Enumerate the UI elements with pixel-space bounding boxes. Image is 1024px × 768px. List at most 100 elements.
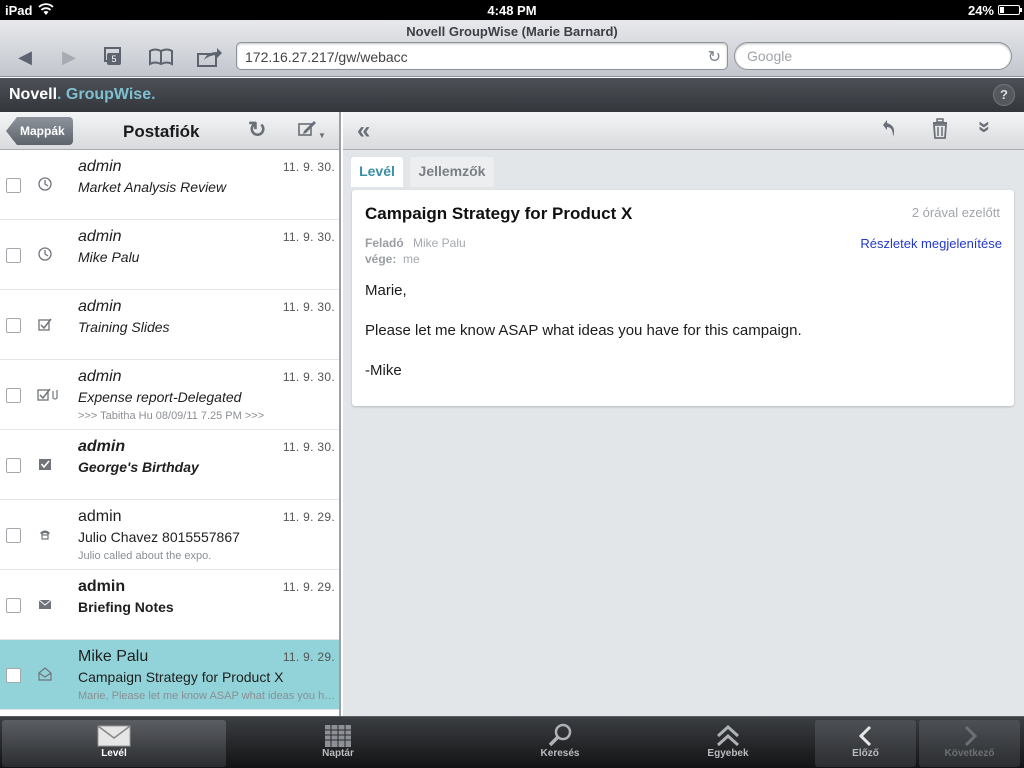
tab-label: Egyebek (707, 748, 749, 759)
message-subject: Briefing Notes (78, 599, 174, 615)
message-preview: Julio called about the expo. (78, 550, 212, 562)
calendar-icon (290, 720, 386, 748)
row-checkbox[interactable] (6, 528, 21, 543)
task-checkbox-icon (37, 317, 53, 333)
tab-message[interactable]: Levél (351, 157, 403, 187)
list-item[interactable]: admin 11. 9. 30. Training Slides (0, 290, 339, 360)
chevron-down-icon: ▼ (318, 131, 326, 140)
search-bar[interactable] (734, 42, 1012, 70)
message-date: 11. 9. 30. (282, 160, 335, 174)
search-icon (512, 720, 608, 748)
row-checkbox[interactable] (6, 178, 21, 193)
phone-message-icon (37, 527, 53, 543)
clock-icon (37, 177, 53, 193)
reply-icon[interactable] (881, 117, 901, 145)
tab-calendar[interactable]: Naptár (290, 720, 386, 767)
brand-novell: Novell (9, 86, 58, 103)
message-date: 11. 9. 30. (282, 370, 335, 384)
compose-icon[interactable]: ▼ (298, 119, 326, 142)
message-date: 11. 9. 30. (282, 230, 335, 244)
app-header: Novell. GroupWise. ? (0, 78, 1024, 112)
row-checkbox[interactable] (6, 388, 21, 403)
page-title: Novell GroupWise (Marie Barnard) (406, 24, 618, 39)
back-arrow-icon[interactable]: ◀ (11, 46, 39, 68)
from-label: Feladó (365, 236, 404, 250)
tab-label: Következő (944, 748, 995, 759)
status-bar: iPad 4:48 PM 24% (0, 0, 1024, 20)
list-item[interactable]: admin 11. 9. 29. Briefing Notes (0, 570, 339, 640)
list-item[interactable]: admin 11. 9. 29. Julio Chavez 8015557867… (0, 500, 339, 570)
tabs-button[interactable]: 5 (98, 46, 126, 68)
previous-button[interactable]: Előző (815, 720, 916, 767)
tab-label: Keresés (540, 748, 580, 759)
folders-back-button[interactable]: Mappák (6, 117, 73, 145)
tab-search[interactable]: Keresés (512, 720, 608, 767)
message-sender: admin (78, 438, 126, 455)
clock-icon (37, 247, 53, 263)
battery-icon (998, 5, 1022, 15)
ipad-screen: iPad 4:48 PM 24% Novell GroupWise (Marie… (0, 0, 1024, 768)
reading-toolbar: « » (343, 112, 1024, 150)
trash-icon[interactable] (931, 118, 949, 145)
body-line: Please let me know ASAP what ideas you h… (365, 322, 802, 339)
row-checkbox[interactable] (6, 668, 21, 683)
bookmarks-icon[interactable] (147, 46, 175, 68)
message-date: 11. 9. 29. (282, 510, 335, 524)
list-item-selected[interactable]: Mike Palu 11. 9. 29. Campaign Strategy f… (0, 640, 339, 710)
search-input[interactable] (747, 48, 997, 64)
message-subject: Julio Chavez 8015557867 (78, 529, 240, 545)
message-subject: Training Slides (78, 319, 170, 335)
message-subject: Expense report-Delegated (78, 389, 242, 405)
row-checkbox[interactable] (6, 248, 21, 263)
message-sender: Mike Palu (78, 648, 149, 665)
tab-properties[interactable]: Jellemzők (410, 157, 494, 187)
open-envelope-icon (37, 667, 53, 683)
collapse-panel-icon[interactable]: « (357, 117, 370, 145)
chevron-right-icon (919, 720, 1020, 748)
message-card: Campaign Strategy for Product X 2 órával… (352, 190, 1014, 406)
mailbox-title: Postafiók (123, 122, 200, 141)
message-date: 11. 9. 30. (282, 440, 335, 454)
browser-toolbar: Novell GroupWise (Marie Barnard) ◀ ▶ 5 1… (0, 20, 1024, 77)
envelope-icon (37, 597, 53, 613)
message-sender: admin (78, 368, 122, 385)
chevron-left-icon (815, 720, 916, 748)
url-text[interactable]: 172.16.27.217/gw/webacc (245, 49, 408, 65)
message-subject: Campaign Strategy for Product X (78, 669, 284, 685)
list-item[interactable]: admin 11. 9. 30. Expense report-Delegate… (0, 360, 339, 430)
list-item[interactable]: admin 11. 9. 30. George's Birthday (0, 430, 339, 500)
battery-percentage: 24% (967, 3, 994, 18)
row-checkbox[interactable] (6, 458, 21, 473)
to-value: me (403, 252, 420, 266)
message-date: 11. 9. 29. (282, 580, 335, 594)
to-label: vége: (365, 252, 397, 266)
message-list: admin 11. 9. 30. Market Analysis Review … (0, 150, 339, 710)
task-done-icon (37, 457, 53, 473)
reading-pane: « » Levél Jellemzők Campaign Strategy fo… (343, 112, 1024, 716)
clock: 4:48 PM (487, 3, 537, 18)
list-item[interactable]: admin 11. 9. 30. Mike Palu (0, 220, 339, 290)
envelope-icon (2, 720, 226, 748)
tab-mail[interactable]: Levél (2, 720, 226, 767)
tab-label: Előző (852, 748, 879, 759)
app-logo: Novell. GroupWise. (9, 86, 156, 103)
reload-icon[interactable]: ↻ (708, 47, 721, 67)
task-attachment-icon (37, 387, 59, 403)
message-preview: >>> Tabitha Hu 08/09/11 7.25 PM >>> (78, 410, 265, 422)
message-date: 11. 9. 30. (282, 300, 335, 314)
share-icon[interactable] (195, 46, 223, 68)
message-date: 11. 9. 29. (282, 650, 335, 664)
tab-more[interactable]: Egyebek (680, 720, 776, 767)
row-checkbox[interactable] (6, 598, 21, 613)
message-subject-heading: Campaign Strategy for Product X (365, 204, 633, 223)
address-bar[interactable]: 172.16.27.217/gw/webacc ↻ (236, 42, 728, 70)
show-details-link[interactable]: Részletek megjelenítése (860, 236, 1002, 251)
forward-arrow-icon[interactable]: ▶ (55, 46, 83, 68)
double-chevron-down-icon[interactable]: » (972, 121, 998, 133)
row-checkbox[interactable] (6, 318, 21, 333)
next-button[interactable]: Következő (919, 720, 1020, 767)
list-item[interactable]: admin 11. 9. 30. Market Analysis Review (0, 150, 339, 220)
help-button[interactable]: ? (993, 84, 1015, 106)
refresh-icon[interactable]: ↻ (248, 117, 266, 143)
message-sender: admin (78, 228, 122, 245)
